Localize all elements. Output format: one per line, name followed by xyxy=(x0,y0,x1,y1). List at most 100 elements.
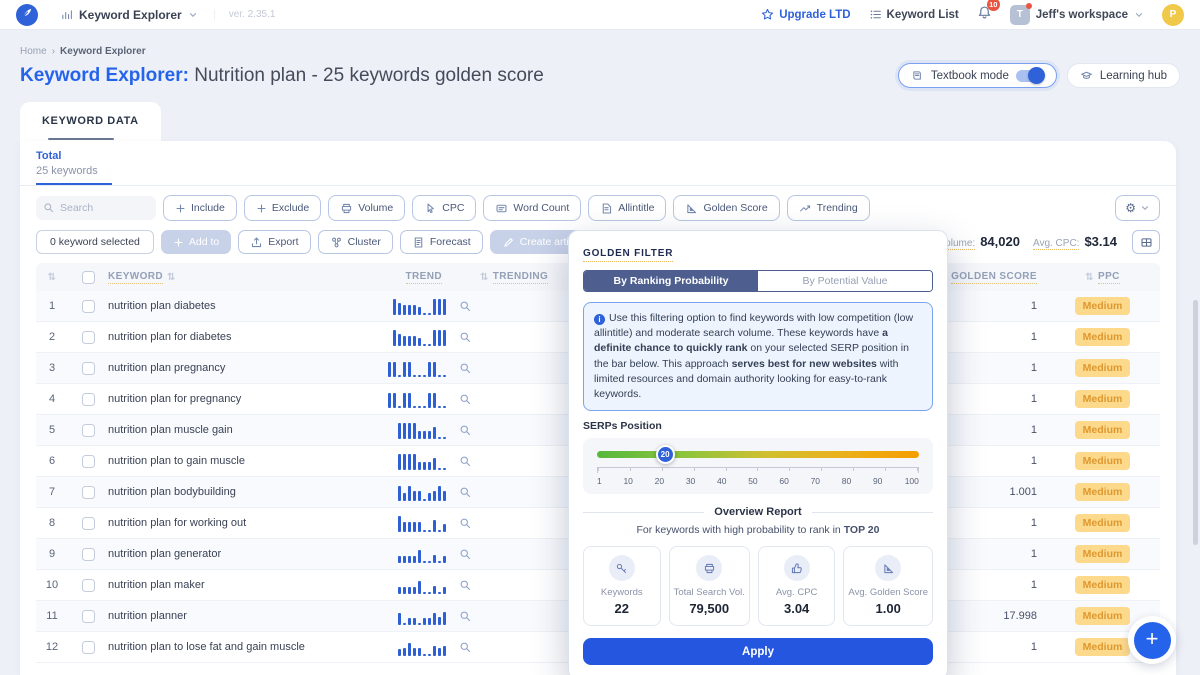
header-trending[interactable]: TRENDING xyxy=(493,271,548,284)
golden-filter-popup: GOLDEN FILTER By Ranking Probability By … xyxy=(568,230,948,675)
stat-label: Avg. CPC xyxy=(763,587,831,598)
keyword-zoom-icon[interactable] xyxy=(450,362,480,374)
keyword-list-link[interactable]: Keyword List xyxy=(869,8,959,21)
table-view-button[interactable] xyxy=(1132,230,1160,254)
sort-keyword-icon[interactable]: ⇅ xyxy=(167,272,176,283)
slider-scale: 1102030405060708090100 xyxy=(597,476,919,486)
export-button[interactable]: Export xyxy=(238,230,310,254)
header-ppc[interactable]: PPC xyxy=(1098,271,1120,284)
add-to-button[interactable]: Add to xyxy=(161,230,231,254)
row-checkbox[interactable] xyxy=(82,393,95,406)
select-all-checkbox[interactable] xyxy=(82,271,95,284)
tab-by-potential-value[interactable]: By Potential Value xyxy=(758,271,932,291)
tab-keyword-data[interactable]: KEYWORD DATA xyxy=(20,102,161,141)
row-checkbox[interactable] xyxy=(82,641,95,654)
keyword-cell[interactable]: nutrition plan to lose fat and gain musc… xyxy=(108,641,340,653)
filter-exclude-button[interactable]: Exclude xyxy=(244,195,321,221)
filter-trending-button[interactable]: Trending xyxy=(787,195,870,221)
stat-card-avg-cpc: Avg. CPC3.04 xyxy=(758,546,836,626)
learning-hub-button[interactable]: Learning hub xyxy=(1067,63,1180,88)
ppc-badge: Medium xyxy=(1075,390,1131,408)
notifications-button[interactable]: 10 xyxy=(977,5,992,25)
list-icon xyxy=(869,8,882,21)
filter-word-count-button[interactable]: Word Count xyxy=(483,195,581,221)
filter-volume-button[interactable]: Volume xyxy=(328,195,405,221)
export-icon xyxy=(250,236,263,249)
filter-allintitle-button[interactable]: Allintitle xyxy=(588,195,666,221)
keyword-cell[interactable]: nutrition plan generator xyxy=(108,548,340,560)
row-checkbox[interactable] xyxy=(82,548,95,561)
header-keyword[interactable]: KEYWORD xyxy=(108,271,163,284)
upgrade-ltd-link[interactable]: Upgrade LTD xyxy=(761,8,850,21)
keyword-cell[interactable]: nutrition plan pregnancy xyxy=(108,362,340,374)
search-box xyxy=(36,196,156,220)
keyword-zoom-icon[interactable] xyxy=(450,455,480,467)
keyword-zoom-icon[interactable] xyxy=(450,579,480,591)
keyword-zoom-icon[interactable] xyxy=(450,331,480,343)
keyword-zoom-icon[interactable] xyxy=(450,548,480,560)
row-checkbox[interactable] xyxy=(82,300,95,313)
breadcrumb-separator: › xyxy=(52,46,55,57)
textbook-mode-label: Textbook mode xyxy=(931,70,1009,82)
row-checkbox[interactable] xyxy=(82,486,95,499)
slider-tick-label: 40 xyxy=(712,476,732,486)
table-settings-button[interactable]: ⚙ xyxy=(1115,195,1160,221)
keyword-cell[interactable]: nutrition plan maker xyxy=(108,579,340,591)
keyword-zoom-icon[interactable] xyxy=(450,641,480,653)
search-input[interactable] xyxy=(36,196,156,220)
serps-slider-track[interactable]: 20 xyxy=(597,451,919,458)
row-checkbox[interactable] xyxy=(82,579,95,592)
app-logo-icon[interactable] xyxy=(16,4,38,26)
keyword-cell[interactable]: nutrition plan for diabetes xyxy=(108,331,340,343)
keyword-zoom-icon[interactable] xyxy=(450,393,480,405)
trend-sparkline xyxy=(340,484,450,501)
filter-cpc-button[interactable]: CPC xyxy=(412,195,476,221)
serps-slider-handle[interactable]: 20 xyxy=(656,445,675,464)
row-checkbox[interactable] xyxy=(82,362,95,375)
keyword-zoom-icon[interactable] xyxy=(450,517,480,529)
apply-button[interactable]: Apply xyxy=(583,638,933,665)
cluster-button[interactable]: Cluster xyxy=(318,230,393,254)
sort-trending-icon[interactable]: ⇅ xyxy=(480,272,489,283)
row-index: 12 xyxy=(36,641,68,653)
row-checkbox[interactable] xyxy=(82,331,95,344)
filter-label: Word Count xyxy=(513,202,569,214)
forecast-button[interactable]: Forecast xyxy=(400,230,483,254)
info-box: iUse this filtering option to find keywo… xyxy=(583,302,933,411)
keyword-cell[interactable]: nutrition plan diabetes xyxy=(108,300,340,312)
keyword-cell[interactable]: nutrition plan bodybuilding xyxy=(108,486,340,498)
filter-label: Golden Score xyxy=(703,202,767,214)
textbook-mode-toggle[interactable]: Textbook mode xyxy=(898,63,1057,88)
keyword-cell[interactable]: nutrition plan to gain muscle xyxy=(108,455,340,467)
filter-include-button[interactable]: Include xyxy=(163,195,237,221)
row-checkbox[interactable] xyxy=(82,455,95,468)
wordcount-icon xyxy=(495,202,508,215)
header-trend[interactable]: TREND xyxy=(406,271,442,284)
tab-by-ranking-probability[interactable]: By Ranking Probability xyxy=(584,271,758,291)
row-checkbox[interactable] xyxy=(82,517,95,530)
toggle-switch[interactable] xyxy=(1016,70,1044,82)
keyword-zoom-icon[interactable] xyxy=(450,300,480,312)
user-avatar[interactable]: P xyxy=(1162,4,1184,26)
filter-golden-score-button[interactable]: Golden Score xyxy=(673,195,779,221)
app-switcher[interactable]: Keyword Explorer xyxy=(60,8,198,22)
workspace-switcher[interactable]: T Jeff's workspace xyxy=(1010,5,1144,25)
keyword-zoom-icon[interactable] xyxy=(450,610,480,622)
keyword-cell[interactable]: nutrition planner xyxy=(108,610,340,622)
stat-label: Avg. Golden Score xyxy=(848,587,928,598)
header-golden-score[interactable]: GOLDEN SCORE xyxy=(951,271,1037,284)
page-title-rest: Nutrition plan - 25 keywords golden scor… xyxy=(189,65,544,86)
row-checkbox[interactable] xyxy=(82,424,95,437)
keyword-zoom-icon[interactable] xyxy=(450,486,480,498)
keyword-cell[interactable]: nutrition plan for pregnancy xyxy=(108,393,340,405)
breadcrumb-home[interactable]: Home xyxy=(20,46,47,57)
keyword-zoom-icon[interactable] xyxy=(450,424,480,436)
sort-index-icon[interactable]: ⇅ xyxy=(48,272,57,283)
row-checkbox[interactable] xyxy=(82,610,95,623)
vertical-scrollbar[interactable] xyxy=(1193,300,1198,545)
add-fab-button[interactable]: + xyxy=(1134,622,1171,659)
keyword-cell[interactable]: nutrition plan muscle gain xyxy=(108,424,340,436)
sort-ppc-icon[interactable]: ⇅ xyxy=(1085,272,1094,283)
overview-report-title: Overview Report xyxy=(714,506,801,518)
keyword-cell[interactable]: nutrition plan for working out xyxy=(108,517,340,529)
